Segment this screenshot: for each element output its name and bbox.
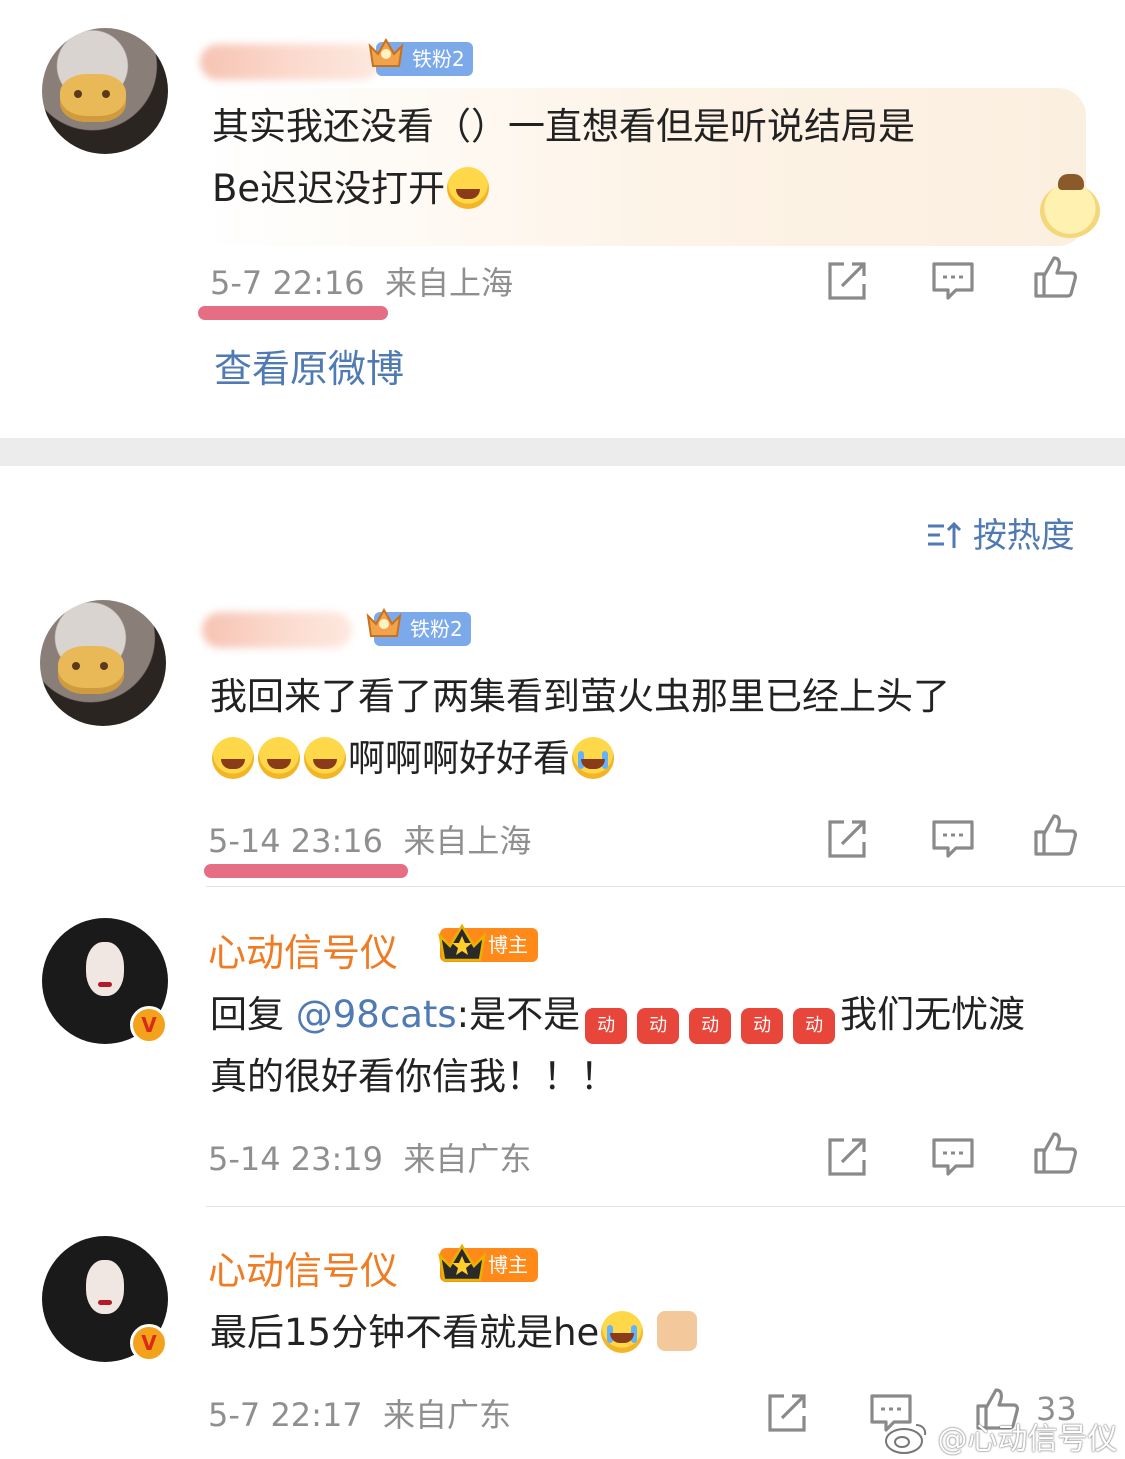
- comment-location: 来自广东: [383, 1396, 512, 1434]
- username[interactable]: 心动信号仪: [208, 922, 398, 977]
- comment-icon[interactable]: [930, 816, 976, 862]
- highlight-underline: [198, 306, 388, 320]
- laughing-emoji-icon: [304, 737, 346, 779]
- comment-icon[interactable]: [930, 1134, 976, 1180]
- avatar[interactable]: [42, 28, 168, 154]
- share-icon[interactable]: [764, 1390, 810, 1436]
- host-badge-label: 博主: [488, 1253, 528, 1277]
- highlight-underline: [204, 864, 408, 878]
- laughing-emoji-icon: [258, 737, 300, 779]
- username-redacted: [202, 612, 352, 648]
- verified-badge: V: [130, 1006, 168, 1044]
- sticker-icon: 动: [793, 1008, 836, 1044]
- laughing-emoji-icon: [212, 737, 254, 779]
- comment-text: 其实我还没看（）一直想看但是听说结局是 Be迟迟没打开: [212, 96, 915, 220]
- mention-link[interactable]: @98cats: [296, 993, 457, 1036]
- fan-badge-label: 铁粉2: [412, 47, 465, 71]
- crown-icon: [438, 1243, 486, 1282]
- comment-text-line: 最后15分钟不看就是he: [210, 1311, 600, 1354]
- reply-divider: [206, 1206, 1125, 1207]
- comment-text-line: 我回来了看了两集看到萤火虫那里已经上头了: [210, 675, 950, 718]
- sort-icon: [928, 521, 962, 548]
- username-redacted: [200, 44, 380, 80]
- comment-icon[interactable]: [930, 258, 976, 304]
- share-icon[interactable]: [824, 1134, 870, 1180]
- comment-meta: 5-14 23:16 来自上海: [208, 816, 531, 862]
- comment-time: 5-7 22:17: [208, 1396, 363, 1434]
- view-original-link[interactable]: 查看原微博: [214, 338, 404, 393]
- comment-time: 5-14 23:16: [208, 822, 384, 860]
- comment-location: 来自广东: [403, 1140, 532, 1178]
- sticker-icon: 动: [689, 1008, 732, 1044]
- comment-text-line: 其实我还没看（）一直想看但是听说结局是: [212, 105, 915, 148]
- section-divider: [0, 438, 1125, 466]
- verified-badge: V: [130, 1324, 168, 1362]
- comment-meta: 5-14 23:19 来自广东: [208, 1134, 531, 1180]
- share-icon[interactable]: [824, 816, 870, 862]
- watermark-text: @心动信号仪: [937, 1422, 1118, 1457]
- share-icon[interactable]: [824, 258, 870, 304]
- comment-text: 我回来了看了两集看到萤火虫那里已经上头了 啊啊啊好好看: [210, 666, 950, 790]
- pompompurin-sticker: [1040, 174, 1100, 238]
- laughing-emoji-icon: [447, 167, 490, 209]
- weibo-logo-icon: [885, 1424, 927, 1454]
- crown-icon: [366, 607, 402, 637]
- comment-text-line: 真的很好看你信我！！！: [210, 1055, 617, 1098]
- comment-time: 5-14 23:19: [208, 1140, 384, 1178]
- comment-text-segment: 我们无忧渡: [840, 993, 1026, 1036]
- comment-text-segment: :是不是: [456, 993, 581, 1036]
- comment-location: 来自上海: [385, 264, 514, 302]
- crown-icon: [368, 37, 404, 67]
- comment-text-line: Be迟迟没打开: [212, 167, 446, 210]
- sort-label: 按热度: [972, 516, 1075, 556]
- sticker-icon: 动: [741, 1008, 784, 1044]
- like-icon[interactable]: [1032, 1130, 1078, 1176]
- comment-meta: 5-7 22:16 来自上海: [210, 258, 513, 304]
- fan-badge: 铁粉2: [366, 607, 471, 646]
- avatar[interactable]: [40, 600, 166, 726]
- comment-text: 回复 @98cats:是不是动动动动动我们无忧渡 真的很好看你信我！！！: [210, 984, 1025, 1108]
- reply-prefix: 回复: [210, 993, 296, 1036]
- comment-text: 最后15分钟不看就是he: [210, 1302, 698, 1364]
- reply-divider: [206, 886, 1125, 887]
- host-badge: 博主: [438, 1243, 538, 1282]
- comment-time: 5-7 22:16: [210, 264, 365, 302]
- comment-text-line: 啊啊啊好好看: [348, 737, 570, 780]
- comment-meta: 5-7 22:17 来自广东: [208, 1390, 511, 1436]
- sticker-icon: 动: [637, 1008, 680, 1044]
- watermark: @心动信号仪: [884, 1414, 1118, 1458]
- tearful-emoji-icon: [601, 1311, 644, 1353]
- comment-location: 来自上海: [403, 822, 532, 860]
- fan-badge: 铁粉2: [368, 37, 473, 76]
- like-icon[interactable]: [1032, 812, 1078, 858]
- host-badge: 博主: [438, 923, 538, 962]
- like-icon[interactable]: [1032, 254, 1078, 300]
- username[interactable]: 心动信号仪: [208, 1240, 398, 1295]
- crying-emoji-icon: [572, 737, 614, 779]
- sticker-icon: 动: [585, 1008, 628, 1044]
- thumbs-up-emoji-icon: [657, 1311, 698, 1351]
- crown-icon: [438, 923, 486, 962]
- fan-badge-label: 铁粉2: [410, 617, 463, 641]
- host-badge-label: 博主: [488, 933, 528, 957]
- sort-button[interactable]: 按热度: [926, 508, 1075, 557]
